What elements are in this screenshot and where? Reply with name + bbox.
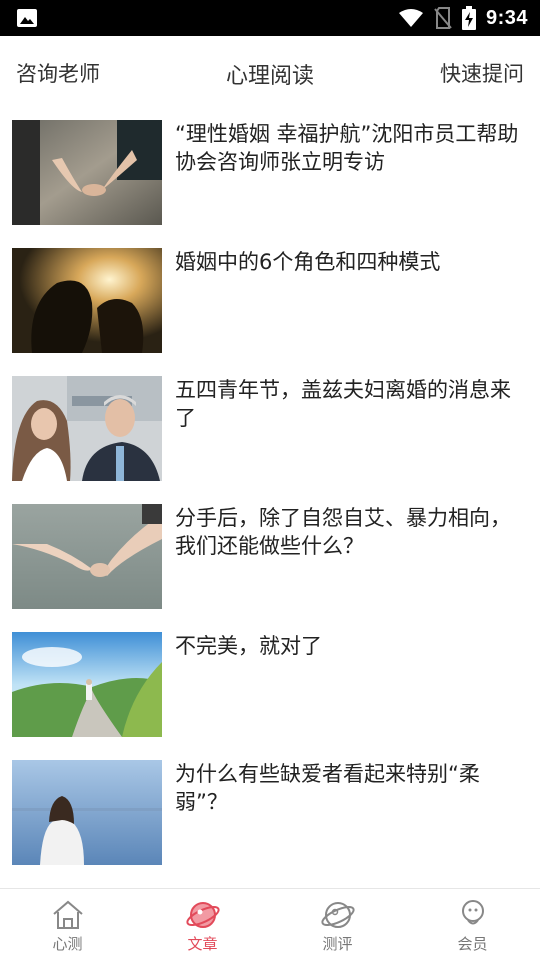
article-thumbnail (12, 504, 162, 609)
no-sim-icon (434, 7, 452, 29)
article-title: “理性婚姻 幸福护航”沈阳市员工帮助协会咨询师张立明专访 (175, 122, 519, 174)
article-item[interactable]: “理性婚姻 幸福护航”沈阳市员工帮助协会咨询师张立明专访 (0, 110, 540, 238)
planet-icon (185, 902, 220, 928)
tab-label: 心测 (52, 935, 83, 953)
article-thumbnail (12, 376, 162, 481)
person-icon (461, 900, 484, 925)
status-time: 9:34 (485, 6, 528, 29)
planet-outline-icon (320, 902, 355, 928)
tab-label: 测评 (322, 935, 353, 953)
article-item[interactable]: 不完美，就对了 (0, 622, 540, 750)
tab-articles[interactable]: 文章 (135, 889, 270, 960)
quick-question-link[interactable]: 快速提问 (440, 58, 524, 88)
article-item[interactable]: 分手后，除了自怨自艾、暴力相向，我们还能做些什么？ (0, 494, 540, 622)
image-notification-icon (17, 9, 37, 27)
wifi-icon (398, 9, 423, 27)
article-title: 五四青年节，盖兹夫妇离婚的消息来了 (175, 378, 511, 430)
article-title: 分手后，除了自怨自艾、暴力相向，我们还能做些什么？ (175, 506, 511, 558)
article-thumbnail (12, 120, 162, 225)
article-item[interactable]: 为什么有些缺爱者看起来特别“柔弱”？ (0, 750, 540, 878)
article-thumbnail (12, 248, 162, 353)
house-icon (52, 900, 83, 929)
tab-label: 文章 (187, 935, 218, 953)
article-title: 为什么有些缺爱者看起来特别“柔弱”？ (175, 762, 480, 814)
tab-member[interactable]: 会员 (405, 889, 540, 960)
article-title: 婚姻中的6个角色和四种模式 (175, 250, 441, 274)
article-list: “理性婚姻 幸福护航”沈阳市员工帮助协会咨询师张立明专访 婚姻中的6个角色和四种… (0, 110, 540, 878)
article-thumbnail (12, 760, 162, 865)
article-item[interactable]: 婚姻中的6个角色和四种模式 (0, 238, 540, 366)
battery-charging-icon (461, 6, 476, 30)
article-title: 不完美，就对了 (175, 634, 322, 658)
tab-label: 会员 (457, 935, 488, 953)
bottom-tab-bar: 心测 文章 测评 会员 (0, 888, 540, 960)
article-thumbnail (12, 632, 162, 737)
article-item[interactable]: 五四青年节，盖兹夫妇离婚的消息来了 (0, 366, 540, 494)
status-bar: 9:34 (0, 0, 540, 36)
top-nav: 咨询老师 心理阅读 快速提问 (0, 36, 540, 110)
tab-xince[interactable]: 心测 (0, 889, 135, 960)
tab-assessment[interactable]: 测评 (270, 889, 405, 960)
